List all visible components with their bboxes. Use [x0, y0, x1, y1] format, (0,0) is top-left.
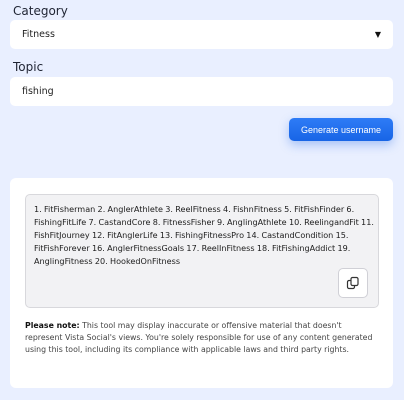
- disclaimer-title: Please note:: [25, 321, 80, 330]
- generate-username-button[interactable]: Generate username: [289, 118, 393, 141]
- result-card: 1. FitFisherman 2. AnglerAthlete 3. Reel…: [10, 178, 393, 388]
- copy-button[interactable]: [338, 268, 368, 298]
- chevron-down-icon: ▼: [374, 30, 381, 39]
- topic-label: Topic: [13, 60, 44, 74]
- category-select[interactable]: Fitness ▼: [10, 20, 393, 49]
- result-box[interactable]: 1. FitFisherman 2. AnglerAthlete 3. Reel…: [25, 194, 379, 308]
- topic-input[interactable]: fishing: [10, 77, 393, 106]
- copy-icon: [346, 276, 359, 290]
- disclaimer-note: Please note: This tool may display inacc…: [25, 320, 379, 356]
- topic-input-value: fishing: [22, 86, 54, 97]
- result-text: 1. FitFisherman 2. AnglerAthlete 3. Reel…: [34, 204, 374, 266]
- category-selected-value: Fitness: [22, 29, 55, 40]
- category-label: Category: [13, 4, 68, 18]
